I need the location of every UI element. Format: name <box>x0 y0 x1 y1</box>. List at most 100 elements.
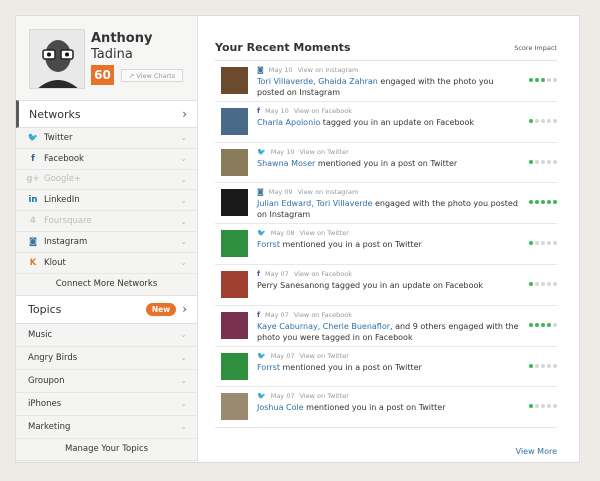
score-dot <box>547 322 551 327</box>
moment-text: Perry Sanesanong tagged you in an update… <box>257 280 521 291</box>
score-impact-meter <box>529 404 557 409</box>
view-charts-button[interactable]: ↗ View Charts <box>121 69 183 82</box>
topic-item[interactable]: iPhones ⌄ <box>16 393 197 416</box>
moment-thumbnail[interactable] <box>221 67 248 94</box>
moment-view-link[interactable]: View on Twitter <box>300 352 349 360</box>
moment-thumbnail[interactable] <box>221 311 248 339</box>
score-dot <box>541 241 545 246</box>
moment-view-link[interactable]: View on Facebook <box>294 311 352 319</box>
moment-view-link[interactable]: View on Instagram <box>298 66 359 74</box>
network-item-linkedin[interactable]: in LinkedIn ⌄ <box>16 190 197 212</box>
score-dot <box>541 118 545 123</box>
score-impact-meter <box>529 159 557 164</box>
score-dot <box>535 322 539 327</box>
moment-date: May 08 <box>270 229 295 238</box>
topic-label: iPhones <box>28 398 62 409</box>
left-sidebar: Anthony Tadina 60 ↗ View Charts Networks… <box>16 16 198 462</box>
moment-view-link[interactable]: View on Instagram <box>298 188 359 196</box>
network-item-foursquare[interactable]: 4 Foursquare ⌄ <box>16 211 197 232</box>
moment-meta: f May 10 View on Facebook <box>257 107 352 115</box>
network-item-facebook[interactable]: f Facebook ⌄ <box>16 149 197 170</box>
moment-names-link[interactable]: Tori Villaverde, Ghaida Zahran <box>257 77 378 86</box>
score-dot <box>553 404 557 409</box>
dashboard-panel: Anthony Tadina 60 ↗ View Charts Networks… <box>15 15 580 463</box>
score-impact-meter <box>529 241 557 246</box>
topic-item[interactable]: Angry Birds ⌄ <box>16 347 197 370</box>
score-impact-label: Score Impact <box>514 44 557 52</box>
chevron-down-icon: ⌄ <box>180 174 187 184</box>
network-item-left: in LinkedIn <box>28 195 80 205</box>
score-dot <box>547 363 551 368</box>
chevron-down-icon: ⌄ <box>180 399 187 409</box>
moment-text: Forrst mentioned you in a post on Twitte… <box>257 362 521 373</box>
topic-label: Groupon <box>28 375 65 386</box>
moment-row: 🐦 May 08 View on Twitter Forrst mentioned y… <box>215 224 557 265</box>
moment-thumbnail[interactable] <box>221 230 248 258</box>
moment-view-link[interactable]: View on Facebook <box>294 270 352 278</box>
moment-thumbnail[interactable] <box>221 107 248 135</box>
klout-icon: K <box>29 257 37 268</box>
network-item-klout[interactable]: K Klout ⌄ <box>16 253 197 274</box>
moment-names-link[interactable]: Forrst <box>257 240 280 249</box>
topic-item[interactable]: Music ⌄ <box>16 324 197 347</box>
moment-view-link[interactable]: View on Facebook <box>294 107 352 115</box>
networks-header[interactable]: Networks › <box>16 100 197 128</box>
moment-names-link[interactable]: Julian Edward, Tori Villaverde <box>257 199 372 208</box>
moment-names-link[interactable]: Kaye Caburnay, Cherie Buenaflor <box>257 322 390 331</box>
moments-list: ◙ May 10 View on Instagram Tori Villaverde,… <box>215 60 557 429</box>
twitter-icon: 🐦 <box>257 229 266 238</box>
score-impact-meter <box>529 322 557 327</box>
view-more-link[interactable]: View More <box>516 447 557 456</box>
score-dot <box>547 118 551 123</box>
score-dot <box>553 241 557 246</box>
new-badge: New <box>145 302 177 316</box>
twitter-icon: 🐦 <box>257 392 266 401</box>
network-item-label: Instagram <box>44 236 88 247</box>
connect-more-networks-button[interactable]: Connect More Networks <box>16 274 197 296</box>
topic-item[interactable]: Groupon ⌄ <box>16 370 197 393</box>
instagram-icon: ◙ <box>257 188 264 197</box>
moment-view-link[interactable]: View on Twitter <box>300 148 349 156</box>
moment-view-link[interactable]: View on Twitter <box>300 229 349 237</box>
score-dot <box>553 363 557 368</box>
network-item-label: Facebook <box>44 153 84 164</box>
moment-names-link[interactable]: Shawna Moser <box>257 159 315 168</box>
moment-names-link[interactable]: Charla Apolonio <box>257 118 320 127</box>
moment-thumbnail[interactable] <box>221 270 248 298</box>
score-dot <box>535 363 539 368</box>
score-dot <box>535 118 539 123</box>
score-dot <box>541 200 545 205</box>
moment-meta: 🐦 May 07 View on Twitter <box>257 352 349 360</box>
recent-moments-title: Your Recent Moments <box>215 41 351 54</box>
moment-thumbnail[interactable] <box>221 189 248 217</box>
chevron-down-icon: ⌄ <box>180 258 187 268</box>
network-item-instagram[interactable]: ◙ Instagram ⌄ <box>16 232 197 253</box>
moment-thumbnail[interactable] <box>221 393 248 421</box>
manage-topics-button[interactable]: Manage Your Topics <box>16 439 197 461</box>
network-item-left: 🐦 Twitter <box>28 133 73 143</box>
score-dot <box>547 159 551 164</box>
network-item-left: f Facebook <box>28 154 84 164</box>
moment-date: May 07 <box>265 310 289 319</box>
moment-meta: 🐦 May 07 View on Twitter <box>257 392 349 400</box>
topic-label: Angry Birds <box>28 352 78 363</box>
topic-item[interactable]: Marketing ⌄ <box>16 416 197 439</box>
score-dot <box>547 200 551 205</box>
moment-description: mentioned you in a post on Twitter <box>315 158 458 168</box>
google-plus-icon: g+ <box>26 174 40 185</box>
topics-header[interactable]: Topics New › <box>16 295 197 324</box>
score-dot <box>535 404 539 409</box>
moment-text: Julian Edward, Tori Villaverde engaged w… <box>257 198 521 220</box>
network-item-google-[interactable]: g+ Google+ ⌄ <box>16 170 197 191</box>
moment-meta: ◙ May 09 View on Instagram <box>257 188 358 196</box>
moment-thumbnail[interactable] <box>221 352 248 380</box>
score-dot <box>547 241 551 246</box>
moment-view-link[interactable]: View on Twitter <box>300 392 349 400</box>
score-dot <box>529 241 533 246</box>
moment-names-link[interactable]: Forrst <box>257 363 280 372</box>
moment-thumbnail[interactable] <box>221 148 248 176</box>
score-impact-meter <box>529 200 557 205</box>
moment-names-link[interactable]: Joshua Cole <box>257 403 304 412</box>
avatar[interactable] <box>29 29 85 89</box>
network-item-twitter[interactable]: 🐦 Twitter ⌄ <box>16 128 197 149</box>
